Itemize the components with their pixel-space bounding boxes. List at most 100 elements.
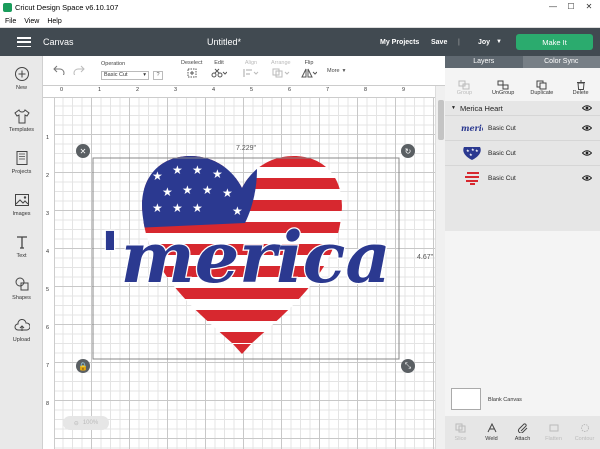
lock-handle-icon[interactable]: 🔒 <box>76 359 90 373</box>
svg-text:★: ★ <box>192 201 203 215</box>
close-handle-icon[interactable]: ✕ <box>76 144 90 158</box>
eye-icon[interactable] <box>582 125 592 131</box>
align-icon <box>243 69 259 77</box>
duplicate-button[interactable]: Duplicate <box>523 68 562 98</box>
attach-button[interactable]: Attach <box>507 416 538 449</box>
scrollbar-thumb[interactable] <box>438 100 444 140</box>
flip-button[interactable]: Flip <box>301 60 317 78</box>
projects-button[interactable]: Projects <box>0 150 43 175</box>
eye-icon[interactable] <box>582 175 592 181</box>
ruler-tick: 6 <box>288 87 292 93</box>
ruler-tick: 8 <box>46 401 50 407</box>
svg-text:★: ★ <box>475 148 479 153</box>
make-it-button[interactable]: Make It <box>516 34 593 50</box>
resize-handle-icon[interactable]: ⤡ <box>401 359 415 373</box>
hamburger-menu-icon[interactable] <box>17 37 31 47</box>
cloud-upload-icon <box>14 319 30 331</box>
document-title[interactable]: Untitled* <box>207 37 241 47</box>
notebook-icon <box>16 151 27 165</box>
plus-circle-icon <box>14 67 29 81</box>
ruler-tick: 0 <box>60 87 64 93</box>
rotate-handle-icon[interactable]: ↻ <box>401 144 415 158</box>
zoom-control[interactable]: ⊖ 100% <box>63 416 109 430</box>
delete-button[interactable]: Delete <box>561 68 600 98</box>
align-button[interactable]: Align <box>243 60 259 78</box>
flatten-button[interactable]: Flatten <box>538 416 569 449</box>
eye-icon[interactable] <box>582 150 592 156</box>
save-button[interactable]: Save <box>431 39 447 46</box>
svg-text:★: ★ <box>202 183 213 197</box>
more-button[interactable]: More ▼ <box>327 68 346 74</box>
ruler-tick: 4 <box>212 87 216 93</box>
operation-select[interactable]: Basic Cut ▾ <box>101 71 149 80</box>
more-label: More <box>327 68 340 74</box>
heart-tip <box>233 344 251 354</box>
layer-row[interactable]: merica Basic Cut <box>445 115 600 140</box>
chevron-down-icon[interactable]: ▼ <box>451 105 456 111</box>
group-button[interactable]: Group <box>445 68 484 98</box>
upload-button[interactable]: Upload <box>0 318 43 343</box>
images-button[interactable]: Images <box>0 192 43 217</box>
app-icon <box>3 3 12 12</box>
weld-icon <box>487 423 496 433</box>
new-label: New <box>15 85 27 91</box>
maximize-button[interactable]: ☐ <box>562 0 580 13</box>
layers-list: ▼ Merica Heart merica Basic Cut ★★★★ Bas… <box>445 101 600 231</box>
shapes-button[interactable]: Shapes <box>0 276 43 301</box>
deselect-icon <box>187 68 197 78</box>
eye-icon[interactable] <box>582 105 592 111</box>
zoom-out-icon[interactable]: ⊖ <box>74 420 79 427</box>
tab-layers[interactable]: Layers <box>445 56 523 68</box>
svg-text:merica: merica <box>461 123 483 133</box>
templates-label: Templates <box>8 127 35 133</box>
redo-icon[interactable] <box>73 65 85 75</box>
text-t-icon <box>16 236 27 249</box>
menu-file[interactable]: File <box>5 18 16 25</box>
contour-icon <box>580 424 589 432</box>
ungroup-icon <box>497 80 509 90</box>
vertical-scrollbar[interactable] <box>435 86 445 449</box>
operation-label: Operation <box>101 61 126 67</box>
svg-text:★: ★ <box>222 186 233 200</box>
weld-button[interactable]: Weld <box>476 416 507 449</box>
shirt-icon <box>13 109 30 124</box>
height-dimension: 4.67" <box>417 254 434 261</box>
my-projects-link[interactable]: My Projects <box>380 39 419 46</box>
edit-button[interactable]: Edit <box>211 60 227 78</box>
canvas-workspace[interactable]: ★ ★ ★ ★ ★ ★ ★ ★ ★ ★ ★ ★ 'merica 7.229" 4… <box>55 98 435 449</box>
ungroup-button[interactable]: UnGroup <box>484 68 523 98</box>
design-artwork[interactable]: ★ ★ ★ ★ ★ ★ ★ ★ ★ ★ ★ ★ 'merica 7.229" 4… <box>55 98 435 449</box>
svg-text:★: ★ <box>152 201 163 215</box>
layer-row[interactable]: Basic Cut <box>445 165 600 190</box>
minimize-button[interactable]: — <box>544 0 562 13</box>
merica-text[interactable]: 'merica <box>98 215 392 301</box>
contour-button[interactable]: Contour <box>569 416 600 449</box>
layers-panel: Group UnGroup Duplicate Delete ▼ Merica … <box>445 68 600 449</box>
new-button[interactable]: New <box>0 66 43 91</box>
image-icon <box>14 194 29 206</box>
arrange-button[interactable]: Arrange <box>271 60 291 78</box>
layer-thumb-stripes <box>465 172 479 185</box>
layer-row[interactable]: ★ ★ ★ ★ Basic Cut <box>445 140 600 165</box>
tab-color-sync[interactable]: Color Sync <box>522 56 600 68</box>
width-dimension: 7.229" <box>236 145 257 152</box>
flip-icon <box>301 68 317 78</box>
deselect-button[interactable]: Deselect <box>181 60 202 78</box>
text-button[interactable]: Text <box>0 234 43 259</box>
ruler-tick: 6 <box>46 325 50 331</box>
layer-group-name: Merica Heart <box>459 103 503 113</box>
chevron-down-icon[interactable]: ▼ <box>496 39 502 45</box>
menu-help[interactable]: Help <box>47 18 61 25</box>
slice-label: Slice <box>454 436 467 442</box>
templates-button[interactable]: Templates <box>0 108 43 133</box>
blank-canvas-swatch[interactable] <box>451 388 481 410</box>
menu-view[interactable]: View <box>24 18 39 25</box>
user-menu[interactable]: Joy <box>478 39 490 46</box>
layer-group[interactable]: ▼ Merica Heart <box>445 101 600 115</box>
slice-button[interactable]: Slice <box>445 416 476 449</box>
undo-icon[interactable] <box>53 65 65 75</box>
close-window-button[interactable]: ✕ <box>580 0 598 13</box>
group-icon <box>458 80 470 90</box>
operation-help-button[interactable]: ? <box>153 71 163 80</box>
top-ruler: 0 1 2 3 4 5 6 7 8 9 <box>43 86 435 98</box>
